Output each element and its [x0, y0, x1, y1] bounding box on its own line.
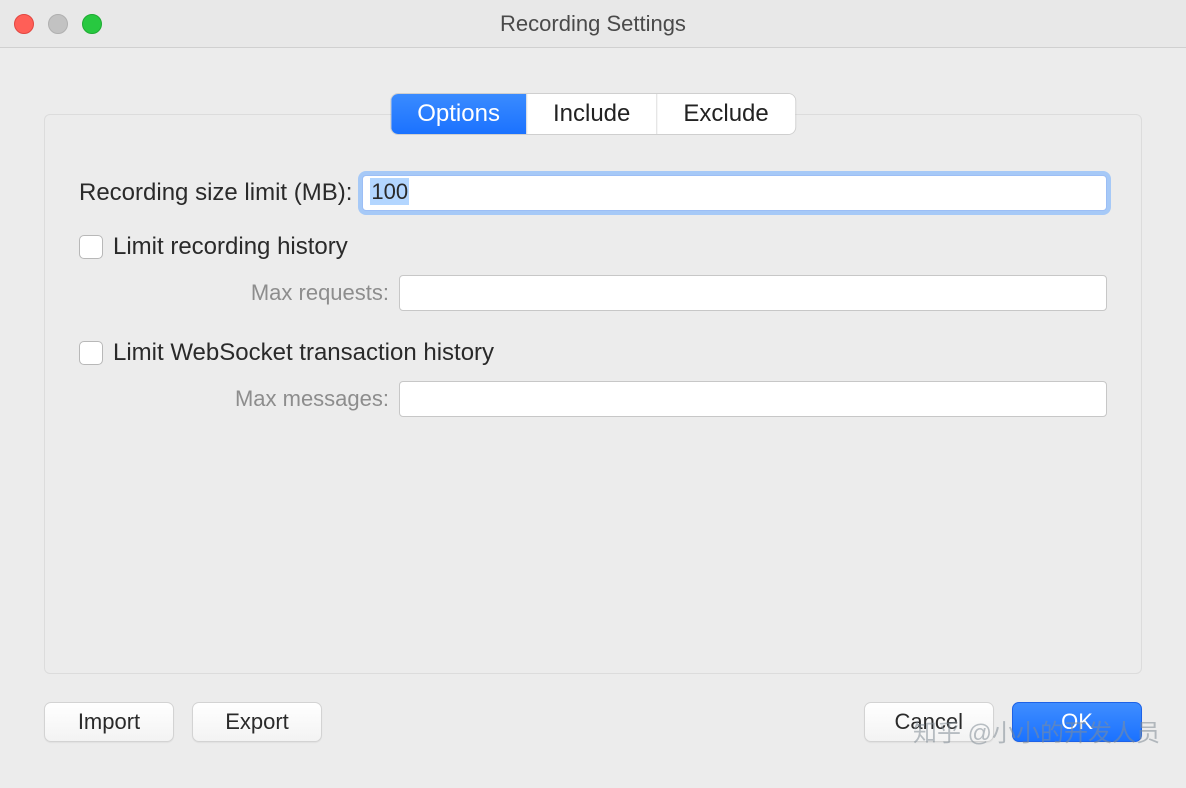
window-title: Recording Settings [0, 11, 1186, 37]
max-messages-label: Max messages: [119, 386, 389, 412]
button-bar: Import Export Cancel OK [44, 702, 1142, 742]
limit-recording-history-label: Limit recording history [113, 233, 348, 261]
minimize-window-button[interactable] [48, 14, 68, 34]
zoom-window-button[interactable] [82, 14, 102, 34]
settings-panel: Options Include Exclude Recording size l… [44, 114, 1142, 674]
recording-size-limit-label: Recording size limit (MB): [79, 179, 352, 207]
limit-recording-history-checkbox[interactable] [79, 235, 103, 259]
cancel-button[interactable]: Cancel [864, 702, 994, 742]
max-requests-input[interactable] [399, 275, 1107, 311]
max-requests-label: Max requests: [119, 280, 389, 306]
limit-websocket-history-checkbox[interactable] [79, 341, 103, 365]
import-button[interactable]: Import [44, 702, 174, 742]
export-button[interactable]: Export [192, 702, 322, 742]
title-bar: Recording Settings [0, 0, 1186, 48]
tab-include[interactable]: Include [526, 94, 656, 134]
tab-options[interactable]: Options [391, 94, 526, 134]
recording-size-limit-input[interactable] [362, 175, 1107, 211]
limit-websocket-history-label: Limit WebSocket transaction history [113, 339, 494, 367]
close-window-button[interactable] [14, 14, 34, 34]
traffic-lights [14, 14, 102, 34]
tab-exclude[interactable]: Exclude [656, 94, 794, 134]
tab-bar: Options Include Exclude [391, 94, 795, 134]
ok-button[interactable]: OK [1012, 702, 1142, 742]
max-messages-input[interactable] [399, 381, 1107, 417]
